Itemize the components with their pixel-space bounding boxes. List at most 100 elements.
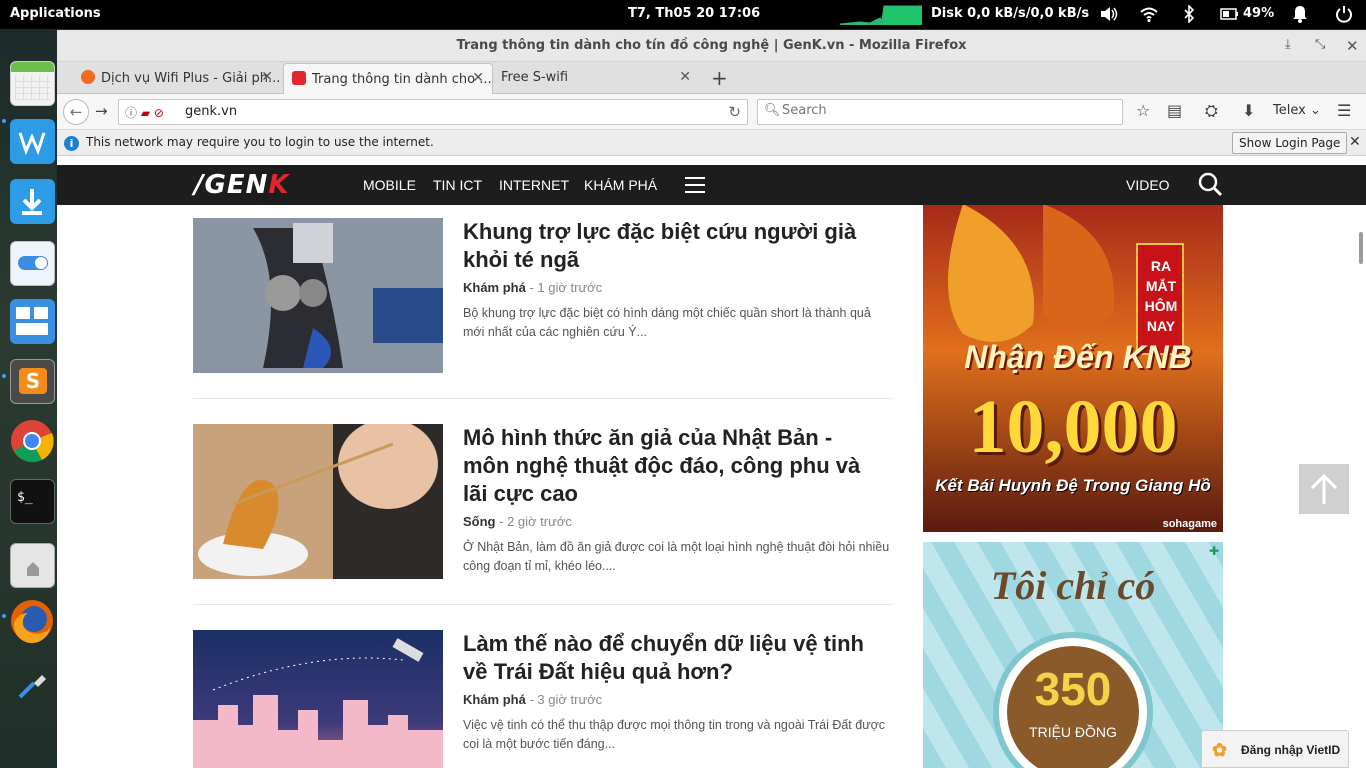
reading-list-icon[interactable]: ▤ bbox=[1167, 101, 1182, 120]
ad-headline: Nhận Đến KNB bbox=[964, 339, 1192, 375]
ad-promo-text: Tôi chỉ có bbox=[990, 563, 1156, 608]
running-indicator bbox=[2, 119, 6, 123]
restore-icon[interactable]: ⤡ bbox=[1315, 37, 1325, 52]
ad-badge: RA MẮT HÔM NAY bbox=[1144, 258, 1178, 334]
reload-icon[interactable]: ↻ bbox=[728, 103, 741, 121]
search-icon: 🔍︎ bbox=[764, 103, 781, 118]
chrome-icon[interactable] bbox=[10, 419, 55, 464]
search-bar[interactable]: 🔍︎ bbox=[757, 99, 1123, 125]
article-meta: Khám phá - 1 giờ trước bbox=[463, 280, 603, 295]
volume-icon[interactable] bbox=[1099, 5, 1119, 27]
terminal-icon[interactable]: $_ bbox=[10, 479, 55, 524]
title-bar[interactable]: Trang thông tin dành cho tín đồ công ngh… bbox=[57, 30, 1366, 62]
article-category[interactable]: Khám phá bbox=[463, 280, 526, 295]
tab-genk[interactable]: Trang thông tin dành cho ... ✕ bbox=[283, 63, 493, 94]
chevron-down-icon: ⌄ bbox=[1309, 103, 1321, 118]
nav-internet[interactable]: INTERNET bbox=[499, 177, 569, 193]
article-category[interactable]: Khám phá bbox=[463, 692, 526, 707]
ad-promo-amount: 350 bbox=[1034, 663, 1112, 715]
bookmark-star-icon[interactable]: ☆ bbox=[1136, 101, 1150, 120]
clock[interactable]: T7, Th05 20 17:06 bbox=[628, 6, 760, 21]
applications-menu[interactable]: Applications bbox=[10, 6, 101, 21]
writer-icon[interactable] bbox=[10, 119, 55, 164]
tab-label: Trang thông tin dành cho ... bbox=[312, 72, 492, 87]
tab-wifi-plus[interactable]: Dịch vụ Wifi Plus - Giải ph... ✕ bbox=[73, 63, 281, 94]
files-icon[interactable] bbox=[10, 543, 55, 588]
power-icon[interactable] bbox=[1335, 5, 1353, 27]
ad-banner-promo[interactable]: Tôi chỉ có 350 TRIỆU ĐỒNG ✚ bbox=[923, 542, 1223, 768]
close-tab-icon[interactable]: ✕ bbox=[261, 69, 273, 85]
ad-choices-icon[interactable]: ✚ bbox=[1209, 544, 1219, 558]
nav-video[interactable]: VIDEO bbox=[1126, 177, 1170, 193]
tab-free-s-wifi[interactable]: Free S-wifi ✕ bbox=[493, 63, 699, 94]
menu-icon[interactable] bbox=[685, 177, 705, 193]
site-search-icon[interactable] bbox=[1197, 171, 1223, 197]
sublime-text-icon[interactable]: S bbox=[10, 359, 55, 404]
workspace-icon[interactable] bbox=[10, 299, 55, 344]
url-text[interactable]: genk.vn bbox=[185, 104, 237, 119]
extension-icon[interactable]: ⛭ bbox=[1205, 101, 1218, 121]
url-bar[interactable]: ⓘ ▰ ⊘ genk.vn ↻ bbox=[118, 99, 748, 125]
article-thumbnail[interactable] bbox=[193, 218, 443, 373]
divider bbox=[193, 604, 893, 605]
downloads-icon[interactable] bbox=[10, 179, 55, 224]
nav-kham-pha[interactable]: KHÁM PHÁ bbox=[584, 177, 657, 193]
ad-banner-game[interactable]: RA MẮT HÔM NAY Nhận Đến KNB 10,000 Kết B… bbox=[923, 204, 1223, 532]
genk-favicon-icon bbox=[292, 71, 306, 85]
article-title[interactable]: Khung trợ lực đặc biệt cứu người già khỏ… bbox=[463, 218, 883, 274]
close-notification-icon[interactable]: ✕ bbox=[1349, 134, 1361, 150]
disk-monitor: Disk 0,0 kB/s/0,0 kB/s bbox=[931, 6, 1090, 21]
show-login-page-button[interactable]: Show Login Page bbox=[1232, 132, 1348, 154]
tab-strip: Dịch vụ Wifi Plus - Giải ph... ✕ Trang t… bbox=[57, 62, 1366, 94]
article-meta: Khám phá - 3 giờ trước bbox=[463, 692, 603, 707]
article-description: Việc vệ tinh có thể thu thập được mọi th… bbox=[463, 718, 886, 751]
article-thumbnail[interactable] bbox=[193, 424, 443, 579]
forward-button[interactable]: → bbox=[95, 102, 108, 120]
article-meta: Sống - 2 giờ trước bbox=[463, 514, 572, 529]
scrollbar[interactable] bbox=[1359, 232, 1363, 264]
lotus-icon: ✿ bbox=[1212, 740, 1228, 760]
article-title[interactable]: Mô hình thức ăn giả của Nhật Bản - môn n… bbox=[463, 424, 883, 508]
vietid-login-button[interactable]: ✿ Đăng nhập VietID bbox=[1201, 730, 1349, 768]
article-thumbnail[interactable] bbox=[193, 630, 443, 768]
system-panel: Applications T7, Th05 20 17:06 Disk 0,0 … bbox=[0, 0, 1366, 29]
tab-label: Free S-wifi bbox=[501, 70, 569, 85]
minimize-icon[interactable]: ⤓ bbox=[1285, 37, 1291, 52]
close-tab-icon[interactable]: ✕ bbox=[679, 69, 691, 85]
running-indicator bbox=[2, 614, 6, 618]
new-tab-icon[interactable]: + bbox=[711, 66, 728, 90]
captive-portal-notification: i This network may require you to login … bbox=[57, 130, 1366, 156]
input-method-select[interactable]: Telex ⌄ bbox=[1273, 103, 1321, 118]
network-graph bbox=[840, 5, 922, 25]
close-window-icon[interactable]: ✕ bbox=[1346, 37, 1359, 55]
menu-hamburger-icon[interactable]: ☰ bbox=[1337, 101, 1351, 120]
genk-logo[interactable]: /GENK bbox=[194, 170, 290, 200]
wifi-icon[interactable] bbox=[1140, 5, 1158, 27]
color-picker-icon[interactable] bbox=[10, 659, 55, 704]
back-to-top-button[interactable] bbox=[1299, 464, 1349, 514]
running-indicator bbox=[2, 374, 6, 378]
article-title[interactable]: Làm thế nào để chuyển dữ liệu vệ tinh về… bbox=[463, 630, 883, 686]
close-tab-icon[interactable]: ✕ bbox=[472, 70, 484, 86]
ad-tagline: Kết Bái Huynh Đệ Trong Giang Hồ bbox=[935, 476, 1211, 495]
battery-icon[interactable] bbox=[1220, 5, 1240, 27]
nav-toolbar: ← → ⓘ ▰ ⊘ genk.vn ↻ 🔍︎ ☆ ▤ ⛭ ⬇ Telex ⌄ ☰ bbox=[57, 94, 1366, 130]
settings-toggle-icon[interactable] bbox=[10, 241, 55, 286]
battery-percent: 49% bbox=[1243, 6, 1275, 21]
vietid-label: Đăng nhập VietID bbox=[1241, 743, 1341, 757]
calendar-icon[interactable] bbox=[10, 61, 55, 106]
search-input[interactable] bbox=[782, 103, 1112, 118]
ad-promo-unit: TRIỆU ĐỒNG bbox=[1029, 724, 1117, 740]
article-category[interactable]: Sống bbox=[463, 514, 496, 529]
divider bbox=[193, 398, 893, 399]
firefox-icon[interactable] bbox=[10, 599, 55, 644]
back-button[interactable]: ← bbox=[63, 99, 89, 125]
downloads-arrow-icon[interactable]: ⬇ bbox=[1242, 101, 1255, 120]
bluetooth-icon[interactable] bbox=[1183, 4, 1195, 27]
nav-mobile[interactable]: MOBILE bbox=[363, 177, 416, 193]
notifications-icon[interactable] bbox=[1292, 5, 1308, 27]
nav-tin-ict[interactable]: TIN ICT bbox=[433, 177, 482, 193]
input-method-label: Telex bbox=[1273, 103, 1306, 118]
window-title: Trang thông tin dành cho tín đồ công ngh… bbox=[456, 38, 967, 53]
site-info-icon[interactable]: ⓘ ▰ ⊘ bbox=[125, 104, 164, 121]
